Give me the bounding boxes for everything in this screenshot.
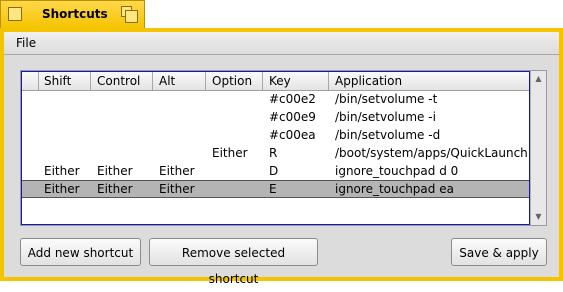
shortcut-list-view[interactable]: Shift Control Alt Option Key Application bbox=[21, 71, 530, 225]
cell-key: #c00ea bbox=[269, 128, 316, 142]
column-header-application[interactable]: Application bbox=[335, 74, 402, 88]
close-window-icon[interactable] bbox=[8, 7, 22, 21]
remove-shortcut-button[interactable]: Remove selected shortcut bbox=[149, 238, 318, 286]
cell-option: Either bbox=[212, 146, 248, 160]
add-shortcut-button[interactable]: Add new shortcut bbox=[20, 238, 141, 266]
cell-application: /bin/setvolume -d bbox=[335, 128, 441, 142]
column-header-shift[interactable]: Shift bbox=[44, 74, 71, 88]
vertical-scrollbar[interactable]: ▲ ▼ bbox=[530, 71, 546, 225]
cell-application: ignore_touchpad d 0 bbox=[335, 164, 459, 178]
list-header: Shift Control Alt Option Key Application bbox=[22, 72, 529, 91]
cell-key: E bbox=[269, 182, 277, 196]
shortcuts-window: File Shift Control Alt Option Key Applic… bbox=[0, 28, 563, 286]
column-header-key[interactable]: Key bbox=[269, 74, 291, 88]
cell-key: #c00e9 bbox=[269, 110, 316, 124]
cell-key: #c00e2 bbox=[269, 92, 316, 106]
cell-application: ignore_touchpad ea bbox=[335, 182, 454, 196]
cell-alt: Either bbox=[159, 164, 195, 178]
cell-application: /bin/setvolume -i bbox=[335, 110, 436, 124]
table-row[interactable]: #c00ea /bin/setvolume -d bbox=[22, 126, 529, 144]
column-header-option[interactable]: Option bbox=[212, 74, 252, 88]
table-row[interactable]: Either Either Either D ignore_touchpad d… bbox=[22, 162, 529, 180]
window-content: Shift Control Alt Option Key Application bbox=[4, 55, 559, 286]
table-row[interactable]: #c00e2 /bin/setvolume -t bbox=[22, 90, 529, 108]
cell-control: Either bbox=[97, 164, 133, 178]
cell-alt: Either bbox=[159, 182, 195, 196]
save-apply-button[interactable]: Save & apply bbox=[451, 238, 547, 266]
column-header-alt[interactable]: Alt bbox=[159, 74, 175, 88]
cell-shift: Either bbox=[44, 182, 80, 196]
window-title: Shortcuts bbox=[42, 7, 108, 21]
menu-bar: File bbox=[4, 32, 559, 55]
table-row[interactable]: Either R /boot/system/apps/QuickLaunch bbox=[22, 144, 529, 162]
scroll-up-icon[interactable]: ▲ bbox=[533, 73, 544, 84]
cell-key: R bbox=[269, 146, 278, 160]
cell-application: /boot/system/apps/QuickLaunch bbox=[335, 146, 528, 160]
cell-control: Either bbox=[97, 182, 133, 196]
column-header-control[interactable]: Control bbox=[97, 74, 140, 88]
cell-application: /bin/setvolume -t bbox=[335, 92, 438, 106]
table-row-selected[interactable]: Either Either Either E ignore_touchpad e… bbox=[22, 180, 529, 198]
menu-file[interactable]: File bbox=[16, 36, 36, 50]
zoom-window-icon[interactable] bbox=[121, 6, 138, 23]
scroll-down-icon[interactable]: ▼ bbox=[533, 211, 544, 222]
window-title-tab[interactable]: Shortcuts bbox=[0, 0, 145, 28]
cell-key: D bbox=[269, 164, 279, 178]
cell-shift: Either bbox=[44, 164, 80, 178]
table-row[interactable]: #c00e9 /bin/setvolume -i bbox=[22, 108, 529, 126]
shortcut-list[interactable]: Shift Control Alt Option Key Application bbox=[20, 70, 547, 226]
